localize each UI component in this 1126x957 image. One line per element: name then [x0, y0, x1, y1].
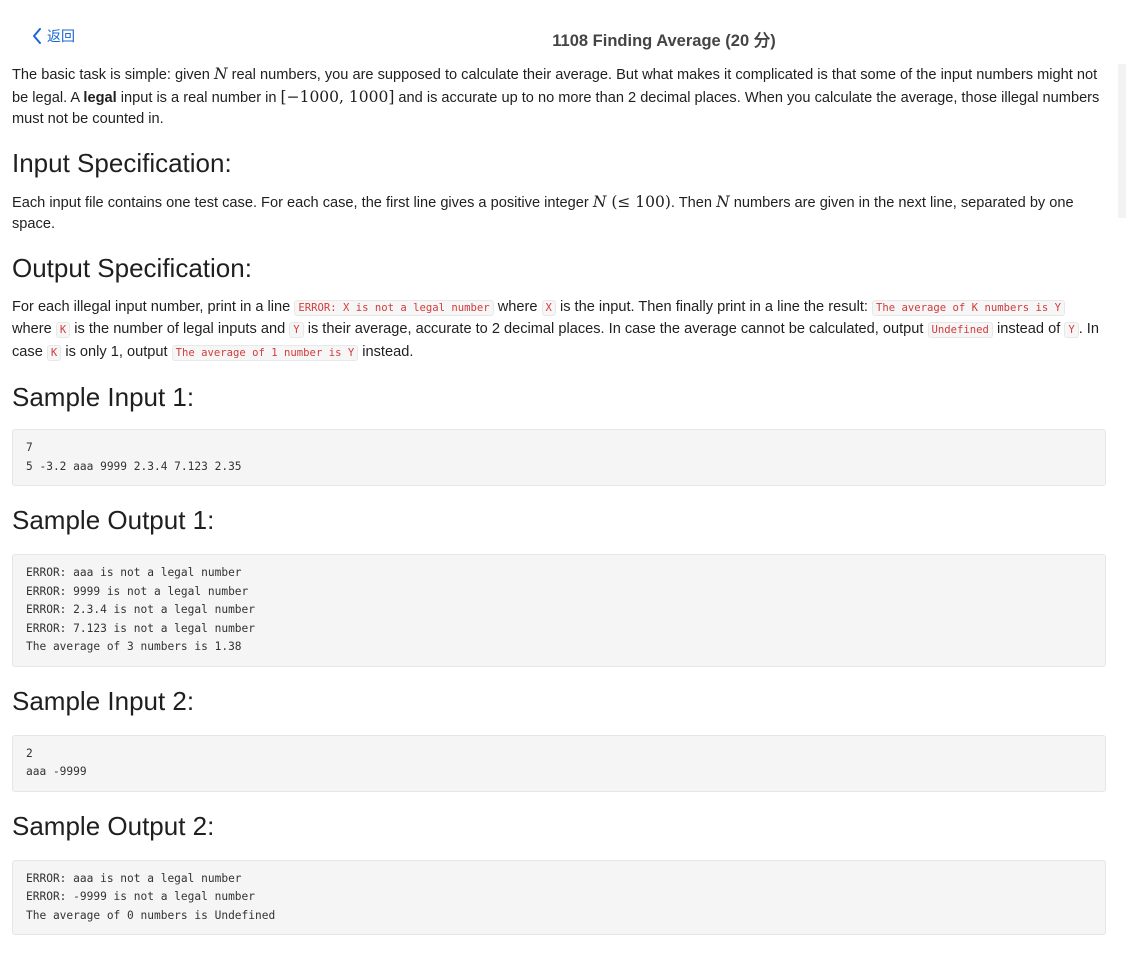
top-bar: 返回 1108 Finding Average (20 分)	[0, 0, 1126, 62]
inline-code: ERROR: X is not a legal number	[294, 299, 494, 316]
problem-description: The basic task is simple: given N real n…	[12, 65, 1100, 127]
sample-output-1-code[interactable]: ERROR: aaa is not a legal number ERROR: …	[12, 554, 1106, 667]
problem-content: The basic task is simple: given N real n…	[12, 64, 1106, 935]
math-n: N	[213, 65, 228, 83]
legal-keyword: legal	[83, 89, 117, 106]
math-n: N	[716, 192, 730, 211]
inline-code: K	[55, 322, 71, 338]
sample-output-2-heading: Sample Output 2:	[12, 810, 215, 841]
sample-input-1-heading: Sample Input 1:	[12, 382, 195, 412]
inline-code: Y	[1064, 322, 1079, 338]
math-condition: (≤ 100)	[606, 192, 671, 211]
inline-code: The average of 1 number is Y	[171, 344, 359, 361]
output-spec-text: For each illegal input number, print in …	[12, 298, 1099, 361]
scrollbar[interactable]	[1118, 64, 1126, 218]
sample-input-2-heading: Sample Input 2:	[12, 685, 195, 716]
inline-code: X	[541, 299, 556, 316]
inline-code: K	[46, 344, 62, 361]
sample-output-2-code[interactable]: ERROR: aaa is not a legal number ERROR: …	[12, 859, 1106, 935]
sample-output-1-heading: Sample Output 1:	[12, 505, 215, 535]
inline-code: The average of K num­bers is Y	[872, 299, 1065, 316]
inline-code: Undefined	[927, 322, 993, 338]
problem-title: 1108 Finding Average (20 分)	[552, 32, 776, 50]
output-spec-heading: Output Specification:	[12, 252, 252, 283]
inline-code: Y	[289, 322, 304, 338]
input-spec-heading: Input Specification:	[12, 147, 232, 178]
sample-input-2-code[interactable]: 2 aaa -9999	[12, 734, 1106, 792]
input-spec-text: Each input file contains one test case. …	[12, 192, 1074, 233]
sample-input-1-code[interactable]: 7 5 -3.2 aaa 9999 2.3.4 7.123 2.35	[12, 429, 1106, 486]
math-range: [−1000, 1000]	[280, 87, 395, 106]
math-n: N	[592, 192, 607, 211]
